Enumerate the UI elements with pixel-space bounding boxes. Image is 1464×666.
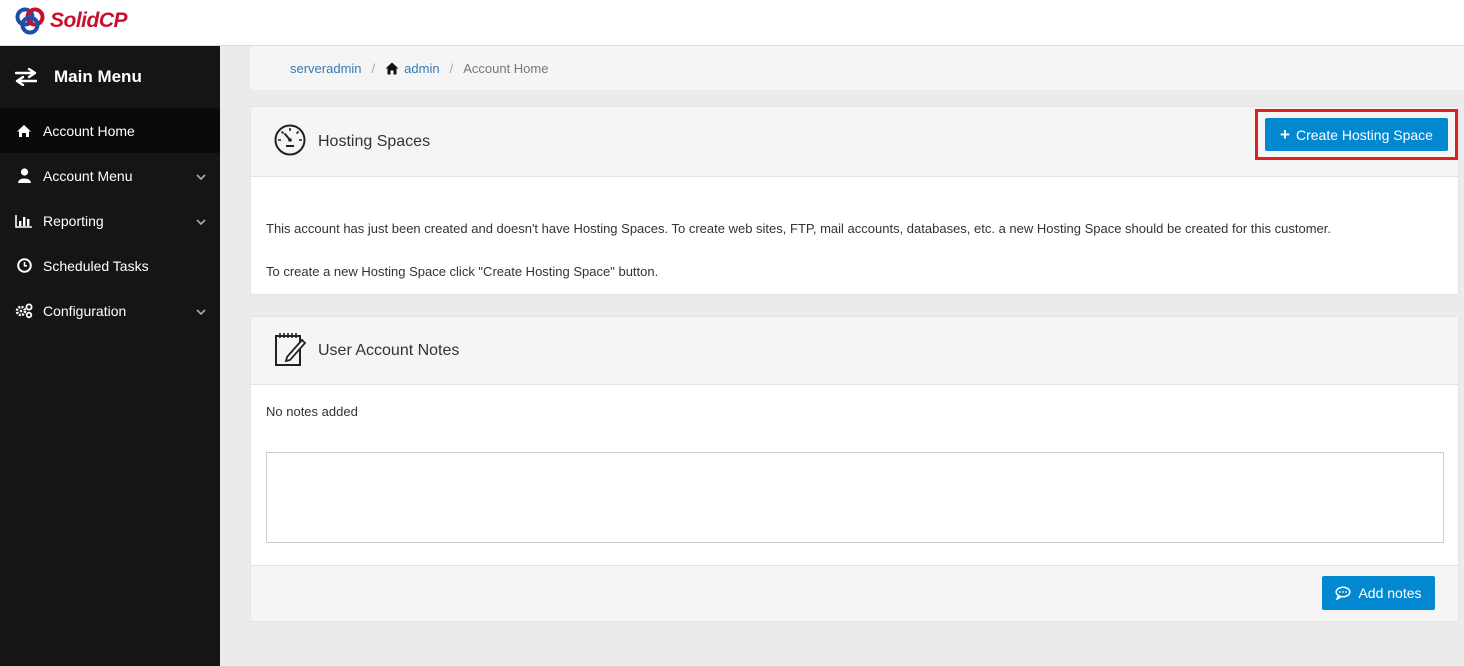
sidebar-item-configuration[interactable]: Configuration xyxy=(0,288,220,333)
sidebar-item-account-menu[interactable]: Account Menu xyxy=(0,153,220,198)
dashboard-gauge-icon xyxy=(273,123,307,160)
plus-icon: + xyxy=(1280,125,1290,144)
sidebar-item-account-home[interactable]: Account Home xyxy=(0,108,220,153)
sidebar-item-label: Reporting xyxy=(43,212,104,229)
sidebar-item-label: Scheduled Tasks xyxy=(43,257,149,274)
bar-chart-icon xyxy=(15,213,33,229)
chevron-down-icon xyxy=(196,303,206,319)
brand-logo[interactable]: SolidCP xyxy=(14,5,128,37)
top-bar: SolidCP xyxy=(0,0,1464,46)
notes-header: User Account Notes xyxy=(251,317,1458,385)
notepad-pencil-icon xyxy=(273,331,307,370)
home-icon xyxy=(15,123,33,139)
hosting-spaces-body: This account has just been created and d… xyxy=(251,177,1458,279)
hosting-spaces-panel: Hosting Spaces + Create Hosting Space Th… xyxy=(250,106,1459,295)
hosting-spaces-title: Hosting Spaces xyxy=(318,132,431,150)
sidebar-item-label: Account Menu xyxy=(43,167,133,184)
breadcrumb-link-serveradmin[interactable]: serveradmin xyxy=(290,61,362,76)
no-notes-text: No notes added xyxy=(266,404,358,419)
create-hosting-space-button[interactable]: + Create Hosting Space xyxy=(1265,118,1448,151)
main-menu-title: Main Menu xyxy=(54,67,142,86)
sidebar-item-scheduled-tasks[interactable]: Scheduled Tasks xyxy=(0,243,220,288)
hosting-spaces-instruction: To create a new Hosting Space click "Cre… xyxy=(266,264,659,279)
comment-icon xyxy=(1335,586,1352,600)
chevron-down-icon xyxy=(196,213,206,229)
sidebar: Main Menu Account Home Account Menu Repo… xyxy=(0,46,220,666)
add-notes-label: Add notes xyxy=(1358,585,1422,601)
breadcrumb-separator: / xyxy=(371,60,376,76)
breadcrumb-link-admin[interactable]: admin xyxy=(404,61,439,76)
breadcrumb-separator: / xyxy=(449,60,454,76)
hosting-spaces-header: Hosting Spaces + Create Hosting Space xyxy=(251,107,1458,177)
user-account-notes-panel: User Account Notes No notes added Add no… xyxy=(250,316,1459,622)
solidcp-logo-icon xyxy=(15,7,45,35)
breadcrumb: serveradmin / admin / Account Home xyxy=(250,46,1464,90)
main-menu-header[interactable]: Main Menu xyxy=(0,46,220,108)
home-icon xyxy=(385,62,399,75)
create-hosting-space-label: Create Hosting Space xyxy=(1295,126,1433,143)
arrows-swap-icon xyxy=(15,68,37,86)
main-content: serveradmin / admin / Account Home Hosti… xyxy=(220,46,1464,666)
notes-textarea[interactable] xyxy=(266,452,1444,543)
add-notes-button[interactable]: Add notes xyxy=(1322,576,1435,610)
hosting-spaces-message: This account has just been created and d… xyxy=(266,221,1331,236)
chevron-down-icon xyxy=(196,168,206,184)
clock-icon xyxy=(15,258,33,274)
sidebar-item-label: Account Home xyxy=(43,122,135,139)
user-icon xyxy=(15,168,33,184)
brand-name: SolidCP xyxy=(50,9,128,32)
breadcrumb-current: Account Home xyxy=(463,60,549,76)
create-hosting-space-highlight: + Create Hosting Space xyxy=(1255,109,1458,160)
sidebar-item-reporting[interactable]: Reporting xyxy=(0,198,220,243)
notes-title: User Account Notes xyxy=(318,341,460,359)
sidebar-item-label: Configuration xyxy=(43,302,127,319)
notes-footer: Add notes xyxy=(251,565,1458,621)
gears-icon xyxy=(15,303,33,319)
